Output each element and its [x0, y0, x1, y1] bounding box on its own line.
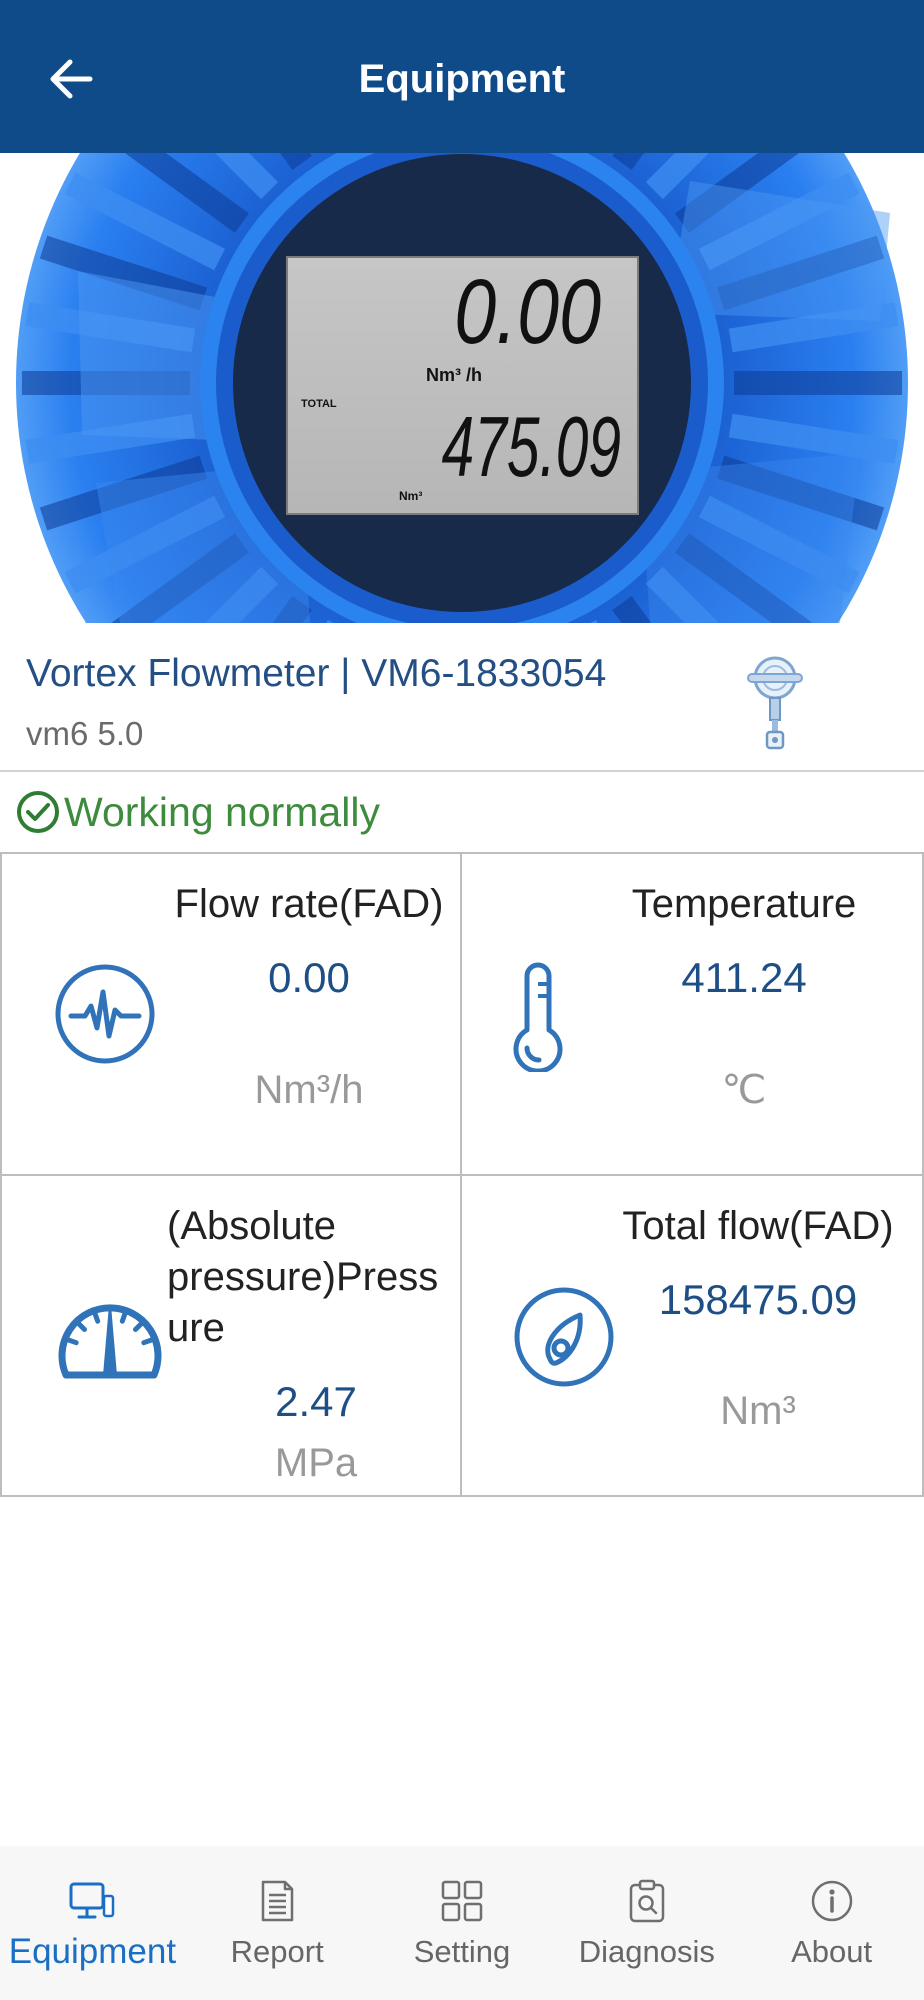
nav-item-about[interactable]: About	[739, 1846, 924, 2000]
metric-unit: Nm³	[720, 1389, 796, 1433]
nav-item-setting[interactable]: Setting	[370, 1846, 555, 2000]
thermometer-icon	[513, 962, 563, 1072]
device-title: Vortex Flowmeter | VM6-1833054	[26, 650, 606, 698]
app-header: Equipment	[0, 0, 924, 153]
metric-unit: Nm³/h	[254, 1068, 364, 1112]
info-icon	[811, 1880, 852, 1922]
metric-label: Flow rate(FAD)	[174, 882, 444, 926]
gauge-icon	[58, 1304, 162, 1379]
nav-item-report[interactable]: Report	[185, 1846, 370, 2000]
status-text: Working normally	[64, 789, 380, 835]
metric-value: 411.24	[681, 954, 807, 1001]
clipboard-search-icon	[629, 1879, 665, 1923]
lcd-total-value: 475.09	[441, 400, 621, 495]
device-name: Vortex Flowmeter	[26, 652, 330, 695]
metric-temperature[interactable]: Temperature 411.24 ℃	[462, 854, 924, 1176]
nav-item-diagnosis[interactable]: Diagnosis	[554, 1846, 739, 2000]
lcd-total-unit: Nm³	[399, 489, 423, 503]
flowmeter-device-icon	[747, 656, 803, 750]
pulse-icon	[55, 964, 155, 1064]
metric-value: 0.00	[268, 954, 350, 1001]
device-version: vm6 5.0	[26, 715, 144, 752]
device-serial: | VM6-1833054	[340, 652, 607, 695]
nav-label: Setting	[413, 1934, 511, 1969]
lcd-flow-value: 0.00	[454, 261, 601, 363]
check-circle-icon	[17, 791, 59, 833]
heat-sink-fin	[734, 371, 902, 395]
lcd-flow-unit: Nm³ /h	[426, 365, 482, 385]
document-icon	[261, 1880, 294, 1922]
monitor-phone-icon	[69, 1882, 115, 1919]
metric-pressure[interactable]: (Absolute pressure)Pressure 2.47 MPa	[2, 1176, 462, 1497]
lcd-total-label: TOTAL	[301, 398, 337, 410]
page-title: Equipment	[358, 57, 566, 101]
nav-label: Equipment	[8, 1932, 177, 1971]
metric-total-flow[interactable]: Total flow(FAD) 158475.09 Nm³	[462, 1176, 924, 1497]
nav-label: About	[791, 1934, 873, 1969]
metric-label: (Absolute pressure)Pressure	[167, 1204, 439, 1350]
metric-flow-rate[interactable]: Flow rate(FAD) 0.00 Nm³/h	[2, 854, 462, 1176]
metric-label: Temperature	[631, 882, 857, 926]
nav-item-equipment[interactable]: Equipment	[0, 1846, 185, 2000]
flow-meter-icon	[514, 1287, 614, 1387]
metric-label: Total flow(FAD)	[622, 1204, 894, 1248]
metric-unit: MPa	[274, 1441, 358, 1485]
nav-label: Diagnosis	[578, 1934, 715, 1969]
metrics-grid: Flow rate(FAD) 0.00 Nm³/h Temperature 41…	[0, 852, 924, 1497]
back-button[interactable]	[46, 56, 96, 102]
bottom-nav: Equipment Report Setting Diagnosis About	[0, 1846, 924, 2000]
grid-icon	[441, 1880, 483, 1922]
nav-label: Report	[230, 1934, 324, 1969]
lcd-display: 0.00 Nm³ /h TOTAL 475.09 Nm³	[286, 256, 639, 515]
device-photo-area: 0.00 Nm³ /h TOTAL 475.09 Nm³	[0, 153, 924, 623]
metric-value: 2.47	[275, 1378, 357, 1425]
metric-value: 158475.09	[658, 1276, 858, 1323]
section-divider	[0, 770, 924, 772]
metric-unit: ℃	[721, 1068, 767, 1112]
arrow-left-icon	[50, 59, 93, 99]
